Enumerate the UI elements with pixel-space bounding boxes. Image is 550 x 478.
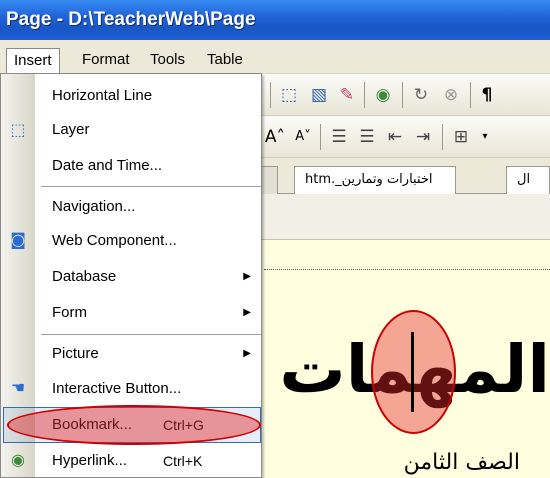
formatting-toolbar: A˄ A˅ ☰ ☰ ⇤ ⇥ ⊞ ▾ — [260, 116, 550, 158]
menu-item-form[interactable]: Form ▶ — [35, 297, 261, 329]
menu-table[interactable]: Table — [200, 48, 250, 74]
toolbar-separator — [320, 124, 321, 150]
hyperlink-toolbar-icon[interactable]: ◉ — [372, 84, 394, 106]
toolbar-separator — [364, 82, 365, 108]
decrease-indent-icon[interactable]: ⇤ — [384, 126, 406, 148]
menu-separator — [41, 186, 261, 187]
menu-item-label: Picture — [52, 345, 99, 362]
menu-item-label: Database — [52, 268, 117, 285]
annotation-ellipse — [7, 405, 261, 445]
menu-insert-label: Insert — [14, 52, 52, 69]
menu-item-label: Form — [52, 304, 87, 321]
ruler — [260, 194, 550, 240]
tab-label: htm._اختبارات وتمارين — [305, 172, 433, 187]
page-editor[interactable]: المهمات الصف الثامن — [260, 240, 550, 478]
menu-format-label: Format — [82, 51, 130, 68]
submenu-arrow-icon: ▶ — [243, 271, 251, 282]
borders-dropdown-icon[interactable]: ▾ — [474, 126, 496, 148]
interactive-button-icon: ☚ — [10, 378, 26, 397]
menu-separator — [41, 334, 261, 335]
menu-format[interactable]: Format — [75, 48, 137, 74]
submenu-arrow-icon: ▶ — [243, 307, 251, 318]
text-cursor — [411, 332, 414, 412]
bulleted-list-icon[interactable]: ☰ — [356, 126, 378, 148]
toolbar-separator — [442, 124, 443, 150]
menu-item-shortcut: Ctrl+K — [163, 453, 203, 469]
insert-picture-icon[interactable]: ▧ — [308, 84, 330, 106]
tab-label: ال — [517, 172, 531, 187]
page-subheading: الصف الثامن — [403, 450, 520, 475]
menu-item-label: Navigation... — [52, 198, 136, 215]
toolbar-separator — [270, 82, 271, 108]
menu-table-label: Table — [207, 51, 243, 68]
tab-partial[interactable] — [260, 166, 278, 194]
insert-menu-dropdown: Horizontal Line ⬚ Layer Date and Time...… — [0, 73, 262, 478]
increase-indent-icon[interactable]: ⇥ — [412, 126, 434, 148]
submenu-arrow-icon: ▶ — [243, 348, 251, 359]
insert-layer-icon[interactable]: ⬚ — [278, 84, 300, 106]
borders-icon[interactable]: ⊞ — [450, 126, 472, 148]
menu-item-label: Interactive Button... — [52, 380, 182, 397]
menu-item-horizontal-line[interactable]: Horizontal Line — [35, 80, 261, 112]
menu-item-label: Date and Time... — [52, 157, 163, 174]
menu-item-web-component[interactable]: Web Component... — [35, 225, 261, 257]
page-tabs: htm._اختبارات وتمارين ال — [260, 158, 550, 194]
layer-icon: ⬚ — [10, 120, 26, 139]
menu-item-label: Hyperlink... — [52, 452, 128, 469]
pilcrow-icon[interactable]: ¶ — [476, 84, 498, 106]
menu-insert[interactable]: Insert — [6, 48, 60, 74]
tab-active-page[interactable]: htm._اختبارات وتمارين — [294, 166, 456, 194]
menu-item-interactive-button[interactable]: Interactive Button... — [35, 373, 261, 405]
refresh-icon[interactable]: ↻ — [410, 84, 432, 106]
stop-icon[interactable]: ⊗ — [440, 84, 462, 106]
tab-other-page[interactable]: ال — [506, 166, 550, 194]
menu-item-picture[interactable]: Picture ▶ — [35, 338, 261, 370]
title-bar: Page - D:\TeacherWeb\Page — [0, 0, 550, 40]
web-component-icon: ◙ — [10, 230, 26, 249]
shrink-font-icon[interactable]: A˅ — [292, 126, 314, 148]
menu-item-database[interactable]: Database ▶ — [35, 261, 261, 293]
window-title: Page - D:\TeacherWeb\Page — [6, 9, 256, 30]
menu-item-navigation[interactable]: Navigation... — [35, 191, 261, 223]
menu-tools-label: Tools — [150, 51, 186, 68]
menu-item-layer[interactable]: Layer — [35, 114, 261, 146]
hyperlink-icon: ◉ — [11, 450, 25, 469]
menu-item-label: Horizontal Line — [52, 87, 153, 104]
menu-item-date-and-time[interactable]: Date and Time... — [35, 150, 261, 182]
menu-tools[interactable]: Tools — [143, 48, 192, 74]
numbered-list-icon[interactable]: ☰ — [328, 126, 350, 148]
grow-font-icon[interactable]: A˄ — [264, 126, 286, 148]
standard-toolbar: ⬚ ▧ ✎ ◉ ↻ ⊗ ¶ — [260, 74, 550, 116]
drawing-icon[interactable]: ✎ — [336, 84, 358, 106]
toolbar-separator — [470, 82, 471, 108]
menu-item-label: Layer — [52, 121, 90, 138]
toolbar-separator — [402, 82, 403, 108]
menu-bar: Insert Format Tools Table — [0, 40, 550, 74]
menu-item-label: Web Component... — [52, 232, 177, 249]
menu-item-hyperlink[interactable]: Hyperlink... Ctrl+K — [35, 445, 261, 477]
layout-guide-line — [264, 269, 550, 270]
